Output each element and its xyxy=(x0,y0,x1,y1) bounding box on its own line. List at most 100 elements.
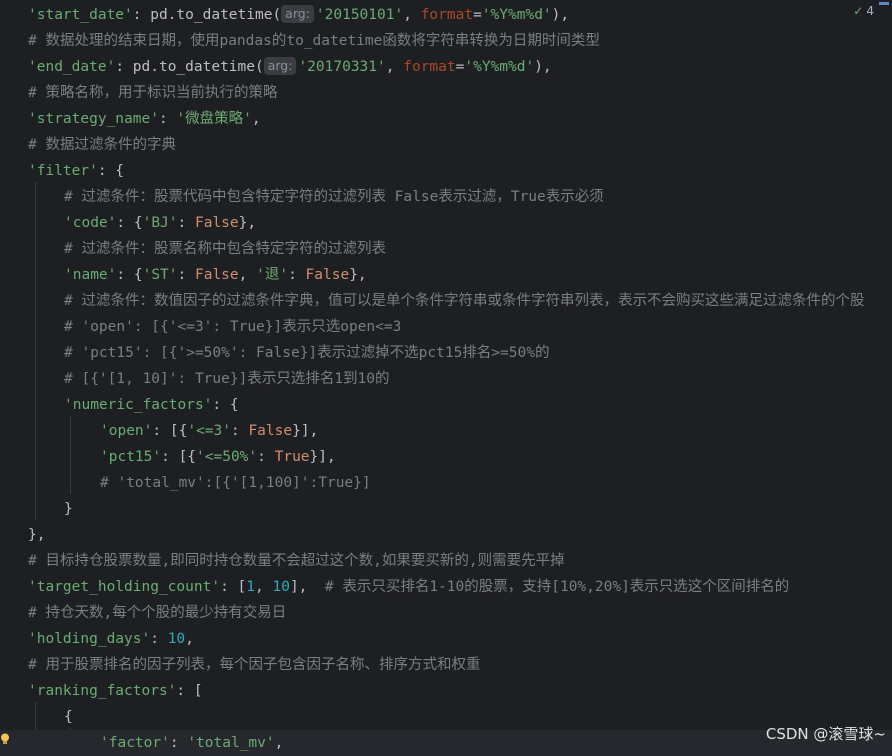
scrollbar-marker[interactable] xyxy=(879,2,889,5)
code-token: : { xyxy=(116,215,143,231)
code-token: : [ xyxy=(176,683,203,699)
code-token: , xyxy=(185,631,194,647)
code-text: } xyxy=(64,496,73,522)
code-token: 1 xyxy=(246,579,255,595)
code-token: 'factor' xyxy=(100,735,170,751)
code-token: 'holding_days' xyxy=(28,631,151,647)
code-token: False xyxy=(248,423,293,439)
code-text: 'end_date': pd.to_datetime(arg: '20170331… xyxy=(28,54,552,80)
code-token: , xyxy=(274,735,284,751)
code-text: # 用于股票排名的因子列表，每个因子包含因子名称、排序方式和权重 xyxy=(28,652,480,678)
code-token: 'pct15' xyxy=(100,449,162,465)
code-line[interactable]: }, xyxy=(0,522,892,548)
code-text: 'strategy_name': '微盘策略', xyxy=(28,106,261,132)
code-text: 'open': [{'<=3': False}], xyxy=(100,418,318,444)
code-token: # 过滤条件：股票名称中包含特定字符的过滤列表 xyxy=(64,241,386,257)
watermark: CSDN @滚雪球~ xyxy=(765,725,886,743)
code-text: # 数据过滤条件的字典 xyxy=(28,132,176,158)
code-line[interactable]: # 数据处理的结束日期，使用pandas的to_datetime函数将字符串转换… xyxy=(0,28,892,54)
code-token: False xyxy=(194,267,239,283)
lightbulb-icon[interactable] xyxy=(0,733,10,745)
code-text: # 目标持仓股票数量,即同时持仓数量不会超过这个数,如果要买新的,则需要先平掉 xyxy=(28,548,565,574)
code-token: : xyxy=(257,449,275,465)
code-line[interactable]: 'name': {'ST': False, '退': False}, xyxy=(0,262,892,288)
code-token: True xyxy=(274,449,310,465)
code-text: 'factor': 'total_mv', xyxy=(100,730,283,756)
code-line[interactable]: # 'open': [{'<=3': True}]表示只选open<=3 xyxy=(0,314,892,340)
code-text: 'target_holding_count': [1, 10], # 表示只买排… xyxy=(28,574,789,600)
code-line[interactable]: { xyxy=(0,704,892,730)
code-token: # 表示只买排名1-10的股票，支持[10%,20%]表示只选这个区间排名的 xyxy=(324,579,790,595)
code-line[interactable]: # 数据过滤条件的字典 xyxy=(0,132,892,158)
code-line[interactable]: # 过滤条件：股票代码中包含特定字符的过滤列表 False表示过滤，True表示… xyxy=(0,184,892,210)
code-token: { xyxy=(64,709,73,725)
code-token: # 'open': [{'<=3': True}]表示只选open<=3 xyxy=(64,319,402,335)
code-text: # 'pct15': [{'>=50%': False}]表示过滤掉不选pct1… xyxy=(64,340,549,366)
code-token: 'BJ' xyxy=(142,215,178,231)
code-token: , xyxy=(238,267,257,283)
code-line[interactable]: 'open': [{'<=3': False}], xyxy=(0,418,892,444)
code-text: # 'open': [{'<=3': True}]表示只选open<=3 xyxy=(64,314,401,340)
code-line[interactable]: 'target_holding_count': [1, 10], # 表示只买排… xyxy=(0,574,892,600)
code-text: # 过滤条件：股票代码中包含特定字符的过滤列表 False表示过滤，True表示… xyxy=(64,184,604,210)
code-token: format xyxy=(403,59,456,75)
code-token: 'numeric_factors' xyxy=(64,397,213,413)
code-line[interactable]: 'code': {'BJ': False}, xyxy=(0,210,892,236)
code-token: : [ xyxy=(220,579,247,595)
inspection-count: 4 xyxy=(866,4,874,18)
code-token: 'end_date' xyxy=(28,59,116,75)
code-token: 'open' xyxy=(100,423,153,439)
code-line[interactable]: # 用于股票排名的因子列表，每个因子包含因子名称、排序方式和权重 xyxy=(0,652,892,678)
code-line[interactable]: # 'total_mv':[{'[1,100]':True}] xyxy=(0,470,892,496)
code-token: : pd.to_datetime( xyxy=(132,7,282,23)
code-token: False xyxy=(194,215,239,231)
code-line[interactable]: 'strategy_name': '微盘策略', xyxy=(0,106,892,132)
code-token: : xyxy=(150,631,168,647)
code-token: # 'total_mv':[{'[1,100]':True}] xyxy=(100,475,371,491)
code-text: 'start_date': pd.to_datetime(arg: '201501… xyxy=(28,2,569,28)
code-line[interactable]: 'pct15': [{'<=50%': True}], xyxy=(0,444,892,470)
code-token: # 'pct15': [{'>=50%': False}]表示过滤掉不选pct1… xyxy=(64,345,550,361)
code-token: # 过滤条件：股票代码中包含特定字符的过滤列表 False表示过滤，True表示… xyxy=(64,189,604,205)
code-token: 'name' xyxy=(64,267,117,283)
code-text: 'numeric_factors': { xyxy=(64,392,239,418)
code-line[interactable]: 'ranking_factors': [ xyxy=(0,678,892,704)
code-token: # 持仓天数,每个个股的最少持有交易日 xyxy=(28,605,287,621)
code-line[interactable]: # [{'[1, 10]': True}]表示只选排名1到10的 xyxy=(0,366,892,392)
code-token: : xyxy=(230,423,249,439)
code-token: , xyxy=(403,7,421,23)
code-token: : xyxy=(177,267,195,283)
code-line[interactable]: } xyxy=(0,496,892,522)
code-line[interactable]: 'holding_days': 10, xyxy=(0,626,892,652)
code-line[interactable]: # 过滤条件：股票名称中包含特定字符的过滤列表 xyxy=(0,236,892,262)
code-token: : xyxy=(177,215,195,231)
code-token: 'ST' xyxy=(142,267,178,283)
code-text: 'ranking_factors': [ xyxy=(28,678,203,704)
code-editor[interactable]: 'start_date': pd.to_datetime(arg: '201501… xyxy=(0,0,892,756)
code-token: '20150101' xyxy=(315,7,404,23)
code-line[interactable]: # 策略名称，用于标识当前执行的策略 xyxy=(0,80,892,106)
code-token: '<=50%' xyxy=(196,449,258,465)
code-line[interactable]: # 目标持仓股票数量,即同时持仓数量不会超过这个数,如果要买新的,则需要先平掉 xyxy=(0,548,892,574)
code-line[interactable]: 'filter': { xyxy=(0,158,892,184)
code-token: }], xyxy=(292,423,319,439)
code-line[interactable]: 'factor': 'total_mv', xyxy=(0,730,892,756)
code-token: : xyxy=(169,735,188,751)
parameter-hint: arg: xyxy=(263,57,297,75)
code-token: : pd.to_datetime( xyxy=(115,59,264,75)
code-text: 'holding_days': 10, xyxy=(28,626,194,652)
code-token: # 数据处理的结束日期，使用pandas的to_datetime函数将字符串转换… xyxy=(28,33,600,49)
inspection-widget[interactable]: ✓ 4 xyxy=(853,4,874,18)
code-text: # [{'[1, 10]': True}]表示只选排名1到10的 xyxy=(64,366,390,392)
code-line[interactable]: # 持仓天数,每个个股的最少持有交易日 xyxy=(0,600,892,626)
code-text: # 持仓天数,每个个股的最少持有交易日 xyxy=(28,600,286,626)
code-text: 'code': {'BJ': False}, xyxy=(64,210,256,236)
code-text: 'name': {'ST': False, '退': False}, xyxy=(64,262,367,288)
check-icon: ✓ xyxy=(853,4,864,18)
code-line[interactable]: # 过滤条件：数值因子的过滤条件字典，值可以是单个条件字符串或条件字符串列表，表… xyxy=(0,288,892,314)
code-line[interactable]: 'end_date': pd.to_datetime(arg: '20170331… xyxy=(0,54,892,80)
code-token: ), xyxy=(534,59,552,75)
code-line[interactable]: # 'pct15': [{'>=50%': False}]表示过滤掉不选pct1… xyxy=(0,340,892,366)
code-line[interactable]: 'start_date': pd.to_datetime(arg: '201501… xyxy=(0,2,892,28)
code-line[interactable]: 'numeric_factors': { xyxy=(0,392,892,418)
